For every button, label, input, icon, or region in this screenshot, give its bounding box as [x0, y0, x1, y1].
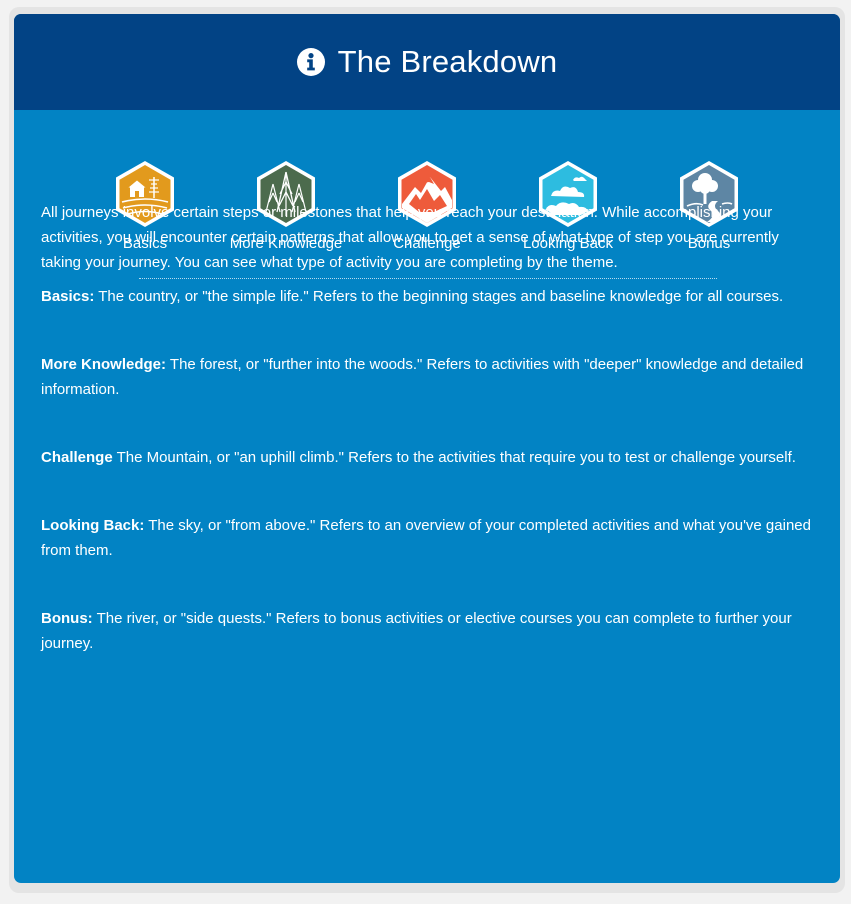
- definition-text: The Mountain, or "an uphill climb." Refe…: [112, 449, 796, 466]
- intro-paragraph: All journeys involve certain steps or mi…: [41, 204, 779, 271]
- definition-looking-back: Looking Back: The sky, or "from above." …: [41, 513, 816, 563]
- definition-more-knowledge: More Knowledge: The forest, or "further …: [41, 352, 816, 402]
- definition-bonus: Bonus: The river, or "side quests." Refe…: [41, 606, 816, 656]
- definition-term: More Knowledge:: [41, 356, 167, 373]
- definition-challenge: Challenge The Mountain, or "an uphill cl…: [41, 445, 816, 470]
- definition-text: The country, or "the simple life." Refer…: [94, 288, 784, 305]
- definition-term: Bonus:: [41, 610, 93, 627]
- breakdown-card: The Breakdown Basics More Knowledge Chal…: [14, 14, 840, 883]
- definition-term: Challenge: [41, 449, 113, 466]
- breakdown-content: All journeys involve certain steps or mi…: [41, 200, 816, 699]
- info-circle-icon: [296, 48, 325, 76]
- definition-text: The river, or "side quests." Refers to b…: [41, 610, 792, 652]
- card-header: The Breakdown: [14, 14, 840, 110]
- definition-term: Looking Back:: [41, 517, 145, 534]
- definition-text: The sky, or "from above." Refers to an o…: [41, 517, 811, 559]
- page-title: The Breakdown: [337, 44, 558, 79]
- definition-basics: Basics: The country, or "the simple life…: [41, 284, 816, 309]
- definition-term: Basics:: [41, 288, 95, 305]
